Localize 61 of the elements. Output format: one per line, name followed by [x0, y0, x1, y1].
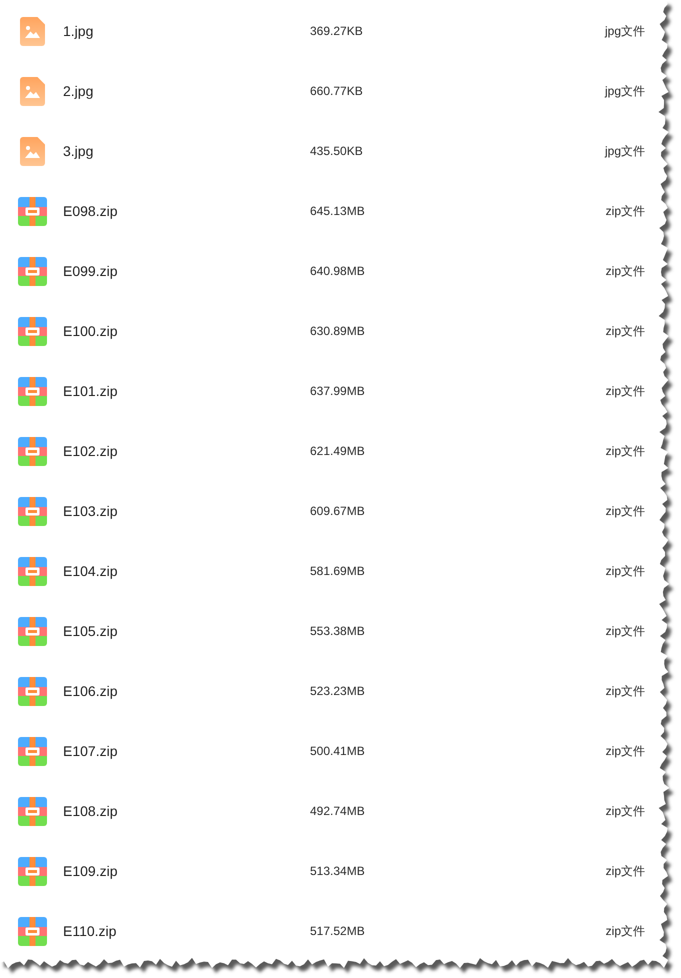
file-type: zip文件: [606, 203, 645, 220]
file-type: zip文件: [606, 683, 645, 700]
file-name[interactable]: E110.zip: [63, 920, 310, 942]
archive-file-icon: [18, 736, 46, 766]
file-size: 369.27KB: [310, 23, 363, 40]
file-name[interactable]: E104.zip: [63, 560, 310, 582]
file-name[interactable]: E102.zip: [63, 440, 310, 462]
file-name[interactable]: 3.jpg: [63, 140, 310, 162]
file-size: 500.41MB: [310, 743, 365, 760]
file-type: jpg文件: [604, 23, 645, 40]
archive-file-icon: [18, 256, 46, 286]
file-type: zip文件: [606, 923, 645, 940]
file-size: 630.89MB: [310, 323, 365, 340]
file-name[interactable]: E101.zip: [63, 380, 310, 402]
file-name[interactable]: E105.zip: [63, 620, 310, 642]
file-name[interactable]: E103.zip: [63, 500, 310, 522]
file-size: 645.13MB: [310, 203, 365, 220]
archive-file-icon: [18, 856, 46, 886]
archive-file-icon: [18, 916, 46, 946]
archive-file-icon: [18, 436, 46, 466]
file-type: zip文件: [606, 563, 645, 580]
file-size: 609.67MB: [310, 503, 365, 520]
archive-file-icon: [18, 496, 46, 526]
file-size: 621.49MB: [310, 443, 365, 460]
file-size: 523.23MB: [310, 683, 365, 700]
file-size: 513.34MB: [310, 863, 365, 880]
file-size: 640.98MB: [310, 263, 365, 280]
file-size: 517.52MB: [310, 923, 365, 940]
file-name[interactable]: E108.zip: [63, 800, 310, 822]
file-type: jpg文件: [604, 83, 645, 100]
file-name[interactable]: E098.zip: [63, 200, 310, 222]
file-name[interactable]: E106.zip: [63, 680, 310, 702]
file-name[interactable]: E109.zip: [63, 860, 310, 882]
archive-file-icon: [18, 556, 46, 586]
file-type: zip文件: [606, 863, 645, 880]
file-name[interactable]: 2.jpg: [63, 80, 310, 102]
file-type: zip文件: [606, 443, 645, 460]
file-size: 435.50KB: [310, 143, 363, 160]
archive-file-icon: [18, 376, 46, 406]
file-size: 553.38MB: [310, 623, 365, 640]
archive-file-icon: [18, 616, 46, 646]
file-size: 660.77KB: [310, 83, 363, 100]
archive-file-icon: [18, 676, 46, 706]
file-type: zip文件: [606, 503, 645, 520]
file-name[interactable]: E107.zip: [63, 740, 310, 762]
file-name[interactable]: E100.zip: [63, 320, 310, 342]
file-size: 492.74MB: [310, 803, 365, 820]
file-size: 581.69MB: [310, 563, 365, 580]
file-type: zip文件: [606, 383, 645, 400]
file-size: 637.99MB: [310, 383, 365, 400]
file-type: zip文件: [606, 743, 645, 760]
file-type: zip文件: [606, 323, 645, 340]
archive-file-icon: [18, 796, 46, 826]
file-type: jpg文件: [604, 143, 645, 160]
file-name[interactable]: E099.zip: [63, 260, 310, 282]
archive-file-icon: [18, 196, 46, 226]
file-type: zip文件: [606, 623, 645, 640]
archive-file-icon: [18, 316, 46, 346]
file-name[interactable]: 1.jpg: [63, 20, 310, 42]
file-type: zip文件: [606, 803, 645, 820]
file-type: zip文件: [606, 263, 645, 280]
